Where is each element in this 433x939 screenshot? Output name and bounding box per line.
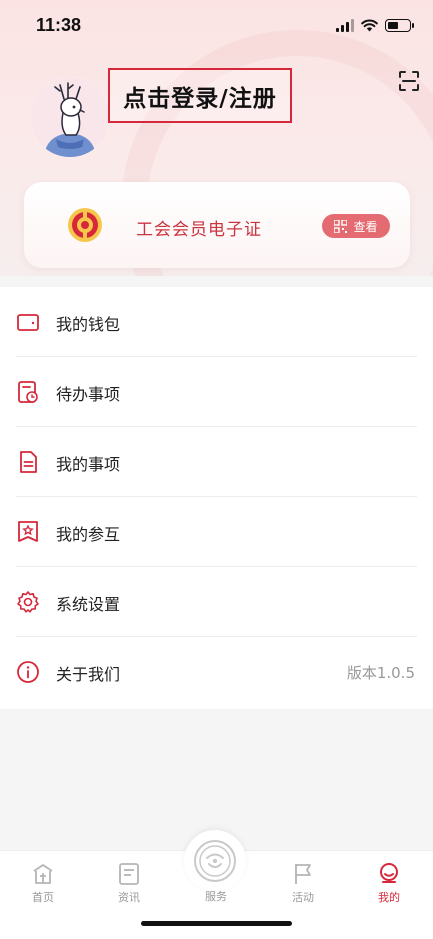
flag-icon xyxy=(295,864,311,884)
menu-item-todo[interactable]: 待办事项 xyxy=(0,357,433,427)
status-time: 11:38 xyxy=(36,15,82,35)
app-version: 版本1.0.5 xyxy=(346,664,415,682)
service-icon xyxy=(194,840,236,882)
home-indicator xyxy=(141,921,292,926)
tab-label-mine: 我的 xyxy=(378,891,400,904)
tab-news[interactable]: 资讯 xyxy=(99,851,159,911)
menu-item-my-items[interactable]: 我的事项 xyxy=(0,427,433,497)
wifi-icon xyxy=(361,18,378,31)
tab-label-news: 资讯 xyxy=(118,891,140,904)
deer-avatar-icon xyxy=(30,77,110,157)
profile-icon xyxy=(380,863,398,883)
menu-item-about[interactable]: 关于我们 版本1.0.5 xyxy=(0,637,433,707)
view-card-label: 查看 xyxy=(353,219,378,234)
avatar[interactable] xyxy=(30,77,110,157)
menu-item-participation[interactable]: 我的参互 xyxy=(0,497,433,567)
login-register-label: 点击登录/注册 xyxy=(123,85,277,112)
tab-label-home: 首页 xyxy=(32,891,54,904)
tab-label-activity: 活动 xyxy=(292,891,314,904)
menu-label-participation: 我的参互 xyxy=(56,525,121,544)
news-icon xyxy=(119,863,139,885)
menu-label-my-items: 我的事项 xyxy=(56,455,121,474)
menu-item-settings[interactable]: 系统设置 xyxy=(0,567,433,637)
menu-item-wallet[interactable]: 我的钱包 xyxy=(0,287,433,357)
status-icons xyxy=(336,18,414,32)
tab-home[interactable]: 首页 xyxy=(13,851,73,911)
menu-label-about: 关于我们 xyxy=(56,665,121,684)
todo-icon xyxy=(18,381,38,403)
tab-mine[interactable]: 我的 xyxy=(359,851,419,911)
scan-icon[interactable] xyxy=(398,70,420,92)
menu-label-settings: 系统设置 xyxy=(56,595,121,614)
view-card-button[interactable]: 查看 xyxy=(322,214,390,238)
gear-icon xyxy=(17,591,39,613)
signal-icon xyxy=(336,18,354,32)
union-emblem-icon xyxy=(68,208,102,242)
login-register-button[interactable]: 点击登录/注册 xyxy=(108,68,292,123)
info-icon xyxy=(17,661,39,683)
menu-label-todo: 待办事项 xyxy=(56,385,121,404)
star-doc-icon xyxy=(18,521,38,542)
home-icon xyxy=(33,864,53,884)
member-card-title: 工会会员电子证 xyxy=(136,220,262,240)
member-card[interactable]: 工会会员电子证 查看 xyxy=(24,182,410,268)
wallet-icon xyxy=(17,314,39,331)
menu-label-wallet: 我的钱包 xyxy=(56,315,121,334)
document-icon xyxy=(20,451,37,473)
status-bar: 11:38 xyxy=(0,0,433,54)
qr-code-icon xyxy=(334,219,348,233)
battery-icon xyxy=(385,18,414,32)
menu-list: 我的钱包 待办事项 我的事项 我的参互 系统设置 关于我们 版本1.0.5 xyxy=(0,287,433,709)
tab-label-service: 服务 xyxy=(205,890,227,903)
tab-service[interactable] xyxy=(184,830,246,892)
tab-activity[interactable]: 活动 xyxy=(273,851,333,911)
